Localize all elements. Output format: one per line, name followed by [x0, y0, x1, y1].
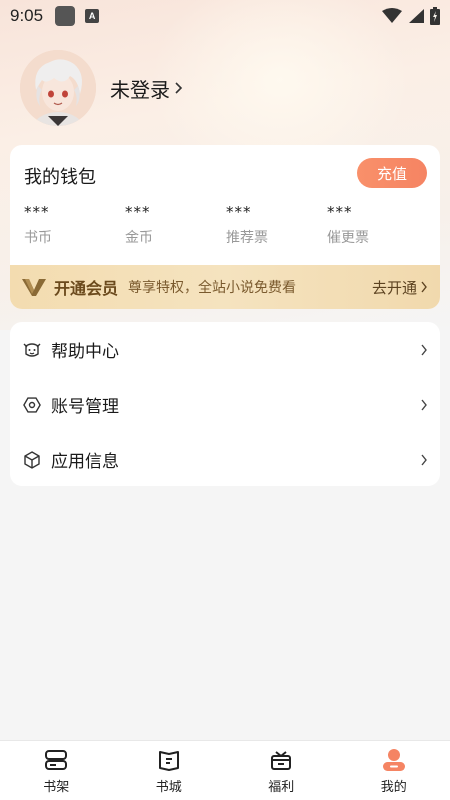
signal-icon: [409, 9, 424, 23]
stat-label: 推荐票: [226, 230, 268, 246]
vip-banner[interactable]: 开通会员 尊享特权，全站小说免费看 去开通: [10, 265, 440, 309]
stat-urge-tickets[interactable]: *** 催更票: [327, 203, 428, 247]
cube-info-icon: [22, 450, 42, 470]
stat-value: ***: [125, 203, 151, 221]
chevron-right-icon: [421, 344, 427, 355]
stat-label: 金币: [125, 230, 153, 246]
tab-bookshelf[interactable]: 书架: [0, 741, 113, 800]
stat-gold-coins[interactable]: *** 金币: [125, 203, 226, 247]
tab-label: 福利: [268, 779, 295, 795]
keyboard-badge-icon: A: [85, 9, 100, 23]
notification-icon: [55, 6, 76, 26]
profile-icon: [381, 747, 407, 773]
tab-label: 书城: [155, 779, 182, 795]
status-time: 9:05: [10, 6, 44, 25]
vip-open-button[interactable]: 去开通: [372, 277, 428, 298]
settings-menu: 帮助中心 账号管理 应用信息: [10, 322, 440, 486]
status-indicators: [382, 7, 440, 25]
menu-item-app-info[interactable]: 应用信息: [10, 432, 440, 487]
wallet-card: 我的钱包 充值 *** 书币 *** 金币 *** 推荐票 *** 催更票 开通…: [10, 145, 440, 309]
chevron-right-icon: [421, 399, 427, 410]
stat-value: ***: [24, 203, 50, 221]
stat-book-coins[interactable]: *** 书币: [24, 203, 125, 247]
profile-header[interactable]: 未登录: [20, 50, 184, 126]
bottom-navigation: 书架 书城 福利 我的: [0, 740, 450, 800]
chevron-right-icon: [175, 82, 183, 94]
help-robot-icon: [22, 340, 42, 360]
stat-label: 催更票: [327, 230, 369, 246]
tab-mine[interactable]: 我的: [338, 741, 450, 800]
wallet-stats: *** 书币 *** 金币 *** 推荐票 *** 催更票: [24, 203, 440, 247]
tab-welfare[interactable]: 福利: [225, 741, 338, 800]
chevron-right-icon: [421, 281, 427, 293]
tab-label: 书架: [43, 779, 70, 795]
menu-item-account-management[interactable]: 账号管理: [10, 377, 440, 432]
wallet-title: 我的钱包: [24, 167, 96, 188]
status-bar: 9:05 A: [0, 0, 450, 32]
anime-avatar-icon: [20, 50, 96, 126]
tab-label: 我的: [380, 779, 407, 795]
login-label: 未登录: [110, 77, 170, 102]
battery-icon: [430, 7, 440, 25]
wifi-icon: [382, 8, 402, 23]
menu-label: 账号管理: [51, 397, 119, 417]
gift-icon: [268, 747, 294, 773]
stat-value: ***: [327, 203, 353, 221]
vip-description: 尊享特权，全站小说免费看: [128, 280, 297, 296]
bookstore-icon: [156, 747, 182, 773]
menu-label: 应用信息: [51, 452, 119, 472]
vip-v-icon: [22, 279, 46, 296]
stat-value: ***: [226, 203, 252, 221]
bookshelf-icon: [43, 747, 69, 773]
stat-label: 书币: [24, 230, 52, 246]
chevron-right-icon: [421, 454, 427, 465]
login-link[interactable]: 未登录: [110, 74, 184, 103]
vip-open-label: 去开通: [371, 278, 417, 297]
menu-item-help-center[interactable]: 帮助中心: [10, 322, 440, 377]
recharge-button[interactable]: 充值: [357, 158, 427, 188]
menu-label: 帮助中心: [51, 342, 119, 362]
vip-title: 开通会员: [54, 279, 119, 298]
tab-bookstore[interactable]: 书城: [113, 741, 226, 800]
avatar[interactable]: [20, 50, 96, 126]
stat-recommend-tickets[interactable]: *** 推荐票: [226, 203, 327, 247]
hexagon-settings-icon: [22, 395, 42, 415]
